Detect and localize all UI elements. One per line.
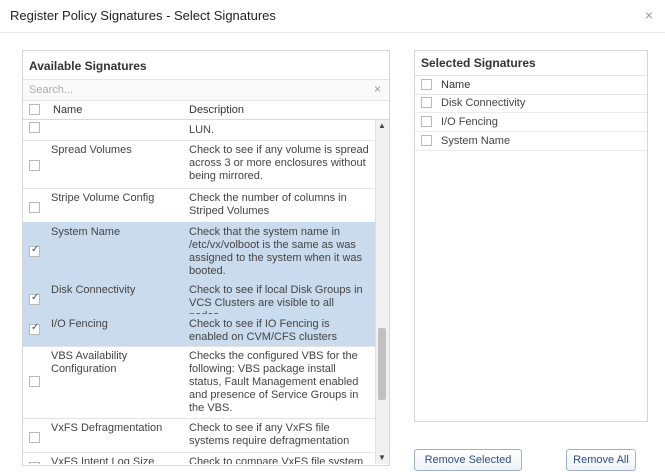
row-name: VxFS Defragmentation xyxy=(51,422,163,434)
scroll-up-icon[interactable]: ▲ xyxy=(378,121,386,130)
row-name: I/O Fencing xyxy=(51,318,108,330)
available-signatures-panel: Available Signatures × Name Description … xyxy=(22,50,390,466)
selected-signatures-title: Selected Signatures xyxy=(421,56,536,70)
search-row: × xyxy=(23,79,389,101)
scroll-down-icon[interactable]: ▼ xyxy=(378,453,386,462)
column-header-description[interactable]: Description xyxy=(189,104,244,116)
row-description: Check to see if IO Fencing is enabled on… xyxy=(189,318,337,343)
row-description: Check to compare VxFS file system size a… xyxy=(189,456,364,464)
row-name: System Name xyxy=(441,135,511,147)
row-name: System Name xyxy=(51,226,121,238)
column-header-name[interactable]: Name xyxy=(441,79,470,91)
row-checkbox[interactable] xyxy=(421,135,432,146)
row-checkbox[interactable] xyxy=(29,292,40,305)
row-checkbox[interactable] xyxy=(421,116,432,127)
table-row[interactable]: System Name Check that the system name i… xyxy=(23,222,375,281)
row-name: Spread Volumes xyxy=(51,144,132,156)
clear-search-icon[interactable]: × xyxy=(374,82,381,96)
row-checkbox[interactable] xyxy=(29,432,40,443)
table-row[interactable]: Stripe Volume Config Check the number of… xyxy=(23,188,375,223)
row-description: LUN. xyxy=(189,124,215,136)
list-item[interactable]: Disk Connectivity xyxy=(415,94,647,113)
search-input[interactable] xyxy=(27,81,361,99)
row-checkbox[interactable] xyxy=(29,376,40,387)
row-name: I/O Fencing xyxy=(441,116,498,128)
row-description: Check to see if any volume is spread acr… xyxy=(189,144,369,182)
table-row[interactable]: VBS Availability Configuration Checks th… xyxy=(23,346,375,419)
list-item[interactable]: I/O Fencing xyxy=(415,113,647,132)
row-name: Disk Connectivity xyxy=(51,284,136,296)
row-description: Check that the system name in /etc/vx/vo… xyxy=(189,226,363,277)
list-item[interactable]: System Name xyxy=(415,132,647,151)
table-row[interactable]: LUN. xyxy=(23,120,375,141)
row-checkbox[interactable] xyxy=(421,97,432,108)
close-icon[interactable]: × xyxy=(645,7,653,23)
row-name: VBS Availability Configuration xyxy=(51,350,128,375)
table-row[interactable]: Spread Volumes Check to see if any volum… xyxy=(23,140,375,189)
remove-selected-button[interactable]: Remove Selected xyxy=(414,449,522,471)
row-checkbox[interactable] xyxy=(29,160,40,171)
table-row[interactable]: VxFS Intent Log Size Check to compare Vx… xyxy=(23,452,375,464)
row-checkbox[interactable] xyxy=(29,202,40,213)
scrollbar-thumb[interactable] xyxy=(378,328,386,400)
window-title: Register Policy Signatures - Select Sign… xyxy=(10,8,276,23)
row-description: Check the number of columns in Striped V… xyxy=(189,192,347,217)
row-checkbox[interactable] xyxy=(29,322,40,335)
available-signatures-title: Available Signatures xyxy=(29,59,147,73)
table-row[interactable]: I/O Fencing Check to see if IO Fencing i… xyxy=(23,314,375,347)
column-header-name[interactable]: Name xyxy=(53,104,82,116)
title-bar: Register Policy Signatures - Select Sign… xyxy=(0,0,665,33)
select-all-selected-checkbox[interactable] xyxy=(421,79,432,90)
available-grid-body: LUN. Spread Volumes Check to see if any … xyxy=(23,120,375,464)
select-all-checkbox[interactable] xyxy=(29,104,40,115)
row-name: Disk Connectivity xyxy=(441,97,526,109)
row-checkbox[interactable] xyxy=(29,462,40,464)
available-grid-header: Name Description xyxy=(23,101,389,120)
table-row[interactable]: Disk Connectivity Check to see if local … xyxy=(23,280,375,322)
row-description: Checks the configured VBS for the follow… xyxy=(189,350,359,414)
selected-grid-header: Name xyxy=(415,75,647,95)
row-name: Stripe Volume Config xyxy=(51,192,155,204)
selected-signatures-panel: Selected Signatures Name Disk Connectivi… xyxy=(414,50,648,422)
row-checkbox[interactable] xyxy=(29,244,40,257)
remove-all-button[interactable]: Remove All xyxy=(566,449,636,471)
row-checkbox[interactable] xyxy=(29,122,40,133)
row-description: Check to see if any VxFS file systems re… xyxy=(189,422,350,447)
available-scrollbar[interactable]: ▲ ▼ xyxy=(375,120,389,464)
table-row[interactable]: VxFS Defragmentation Check to see if any… xyxy=(23,418,375,453)
row-name: VxFS Intent Log Size xyxy=(51,456,155,464)
